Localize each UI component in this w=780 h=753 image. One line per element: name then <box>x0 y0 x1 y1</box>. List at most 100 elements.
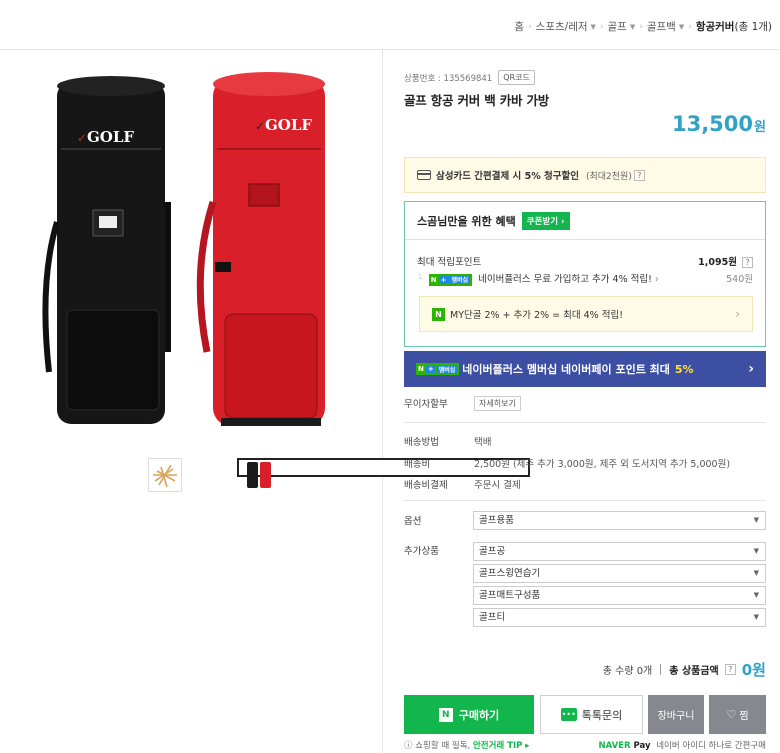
chevron-down-icon: ▼ <box>753 591 759 599</box>
card-promo-sub: (최대2천원) <box>585 171 632 182</box>
talk-label: 톡톡문의 <box>581 708 623 722</box>
naver-brand: NAVER <box>598 741 631 751</box>
chevron-right-icon: › <box>748 361 754 377</box>
plus-icon: + <box>438 275 449 284</box>
naver-plus-row[interactable]: └ N + 멤버십 네이버플러스 무료 가입하고 추가 4% 적립! › 540… <box>417 271 753 286</box>
thumbnail-tees[interactable] <box>148 458 182 492</box>
breadcrumb-current[interactable]: 항공커버 <box>696 19 735 34</box>
safe-trade-prefix: 쇼핑할 때 필독, <box>415 741 471 751</box>
qr-code-button[interactable]: QR코드 <box>498 70 535 85</box>
chevron-down-icon: ▼ <box>753 569 759 577</box>
points-value: 1,095원 <box>698 257 737 268</box>
addon-select-value: 골프티 <box>479 612 506 623</box>
info-icon: ⓘ <box>404 741 413 751</box>
benefit-box: 스곰님만을 위한 혜택 쿠폰받기 › 최대 적립포인트 1,095원 ? └ N… <box>404 201 766 347</box>
shipping-pay-row: 배송비결제 주문시 결제 <box>404 477 521 491</box>
svg-text:✓: ✓ <box>77 131 87 145</box>
addon-select-swing[interactable]: 골프스윙연습기 ▼ <box>473 564 766 583</box>
addon-label: 추가상품 <box>404 546 439 557</box>
chevron-down-icon: ▼ <box>753 516 759 524</box>
chevron-right-icon: › <box>528 21 532 32</box>
product-info: 상품번호 : 135569841 QR코드 골프 항공 커버 백 카바 가방 1… <box>384 50 780 753</box>
addon-select-value: 골프공 <box>479 546 506 557</box>
product-gallery: GOLF ✓ GOLF ✓ <box>0 50 530 753</box>
chevron-right-icon: ▸ <box>525 741 530 751</box>
product-title: 골프 항공 커버 백 카바 가방 <box>404 93 550 108</box>
cart-button[interactable]: 장바구니 <box>648 695 704 734</box>
divider <box>404 500 766 501</box>
product-price: 13,500 원 <box>672 112 766 136</box>
breadcrumb-golfbag[interactable]: 골프백 <box>647 19 676 34</box>
naver-plus-text: 네이버플러스 무료 가입하고 추가 4% 적립! <box>478 274 652 285</box>
black-bag-image: GOLF ✓ <box>42 76 171 424</box>
help-icon[interactable]: ? <box>724 664 736 675</box>
total-amount-label: 총 상품금액 <box>669 666 719 677</box>
naver-plus-badge: N + 멤버십 <box>416 363 460 375</box>
installment-label: 무이자할부 <box>404 399 448 410</box>
shipping-fee-label: 배송비 <box>404 459 431 470</box>
wishlist-button[interactable]: ♡ 찜 <box>709 695 766 734</box>
svg-text:GOLF: GOLF <box>265 116 312 134</box>
installment-row: 무이자할부 자세히보기 <box>404 396 521 411</box>
points-label: 최대 적립포인트 <box>417 257 482 268</box>
chevron-right-icon: › <box>639 21 643 32</box>
points-row: 최대 적립포인트 1,095원 ? <box>417 254 753 268</box>
breadcrumb-golf[interactable]: 골프 <box>608 19 627 34</box>
red-bag-image: GOLF ✓ <box>196 72 325 426</box>
bag-logo-text: GOLF <box>87 128 134 146</box>
chevron-down-icon: ▼ <box>753 547 759 555</box>
naver-n-letter: N <box>418 365 424 373</box>
membership-label: 멤버십 <box>449 275 471 284</box>
addon-select-mat[interactable]: 골프매트구성품 ▼ <box>473 586 766 605</box>
option-label: 옵션 <box>404 516 422 527</box>
my-regular-row[interactable]: N MY단골 2% + 추가 2% = 최대 4% 적립! › <box>419 296 753 332</box>
shipping-method-row: 배송방법 택배 <box>404 434 491 448</box>
total-amount: 0원 <box>741 661 766 679</box>
product-main-image[interactable]: GOLF ✓ GOLF ✓ <box>35 62 345 432</box>
membership-banner-text: 네이버플러스 멤버십 네이버페이 포인트 최대 <box>462 363 670 376</box>
coupon-button[interactable]: 쿠폰받기 › <box>521 211 570 230</box>
option-select[interactable]: 골프용품 ▼ <box>473 511 766 530</box>
chevron-right-icon: › <box>735 307 740 321</box>
breadcrumb-sports[interactable]: 스포츠/레저 <box>536 19 588 34</box>
addon-select-value: 골프매트구성품 <box>479 590 541 601</box>
chevron-down-icon[interactable]: ▼ <box>630 23 635 31</box>
membership-banner[interactable]: N + 멤버십 네이버플러스 멤버십 네이버페이 포인트 최대 5% › <box>404 351 766 387</box>
talk-inquiry-button[interactable]: ••• 톡톡문의 <box>540 695 643 734</box>
divider <box>404 422 766 423</box>
product-number: 상품번호 : 135569841 QR코드 <box>404 70 535 85</box>
thumbnail-tees-image <box>153 464 177 488</box>
benefit-header: 스곰님만을 위한 혜택 쿠폰받기 › <box>405 202 765 240</box>
addon-select-golfball[interactable]: 골프공 ▼ <box>473 542 766 561</box>
safe-trade-label: 안전거래 TIP <box>472 741 523 751</box>
safe-trade-link[interactable]: ⓘ 쇼핑할 때 필독, 안전거래 TIP ▸ <box>404 739 529 751</box>
coupon-label: 쿠폰받기 <box>526 216 559 227</box>
buy-button[interactable]: N 구매하기 <box>404 695 534 734</box>
breadcrumb-home[interactable]: 홈 <box>514 19 524 34</box>
cart-label: 장바구니 <box>657 711 695 722</box>
chevron-right-icon: › <box>654 274 659 285</box>
breadcrumb: 홈 › 스포츠/레저 ▼ › 골프 ▼ › 골프백 ▼ › 항공커버 (총 1개… <box>514 19 772 34</box>
tree-branch-icon: └ <box>417 274 423 285</box>
shipping-pay-value: 주문시 결제 <box>474 480 521 491</box>
installment-detail-button[interactable]: 자세히보기 <box>474 396 521 411</box>
chevron-down-icon[interactable]: ▼ <box>679 23 684 31</box>
naver-pay-text: 네이버 아이디 하나로 간편구매 <box>656 741 766 751</box>
price-value: 13,500 <box>671 112 754 136</box>
addon-select-value: 골프스윙연습기 <box>479 568 541 579</box>
plus-icon: + <box>425 365 436 373</box>
footer-row: ⓘ 쇼핑할 때 필독, 안전거래 TIP ▸ NAVER Pay 네이버 아이디… <box>404 739 766 751</box>
top-bar: 홈 › 스포츠/레저 ▼ › 골프 ▼ › 골프백 ▼ › 항공커버 (총 1개… <box>0 0 780 50</box>
naver-plus-badge: N + 멤버십 <box>428 273 473 286</box>
shipping-method-value: 택배 <box>474 437 492 448</box>
credit-card-icon <box>417 170 431 180</box>
help-icon[interactable]: ? <box>633 169 645 181</box>
divider <box>660 664 662 675</box>
chat-icon: ••• <box>560 708 577 721</box>
benefit-title: 스곰님만을 위한 혜택 <box>417 214 516 228</box>
membership-label: 멤버십 <box>436 364 458 374</box>
addon-select-tee[interactable]: 골프티 ▼ <box>473 608 766 627</box>
thumbnail-bags-image <box>247 462 271 488</box>
chevron-down-icon[interactable]: ▼ <box>591 23 596 31</box>
help-icon[interactable]: ? <box>742 257 753 268</box>
